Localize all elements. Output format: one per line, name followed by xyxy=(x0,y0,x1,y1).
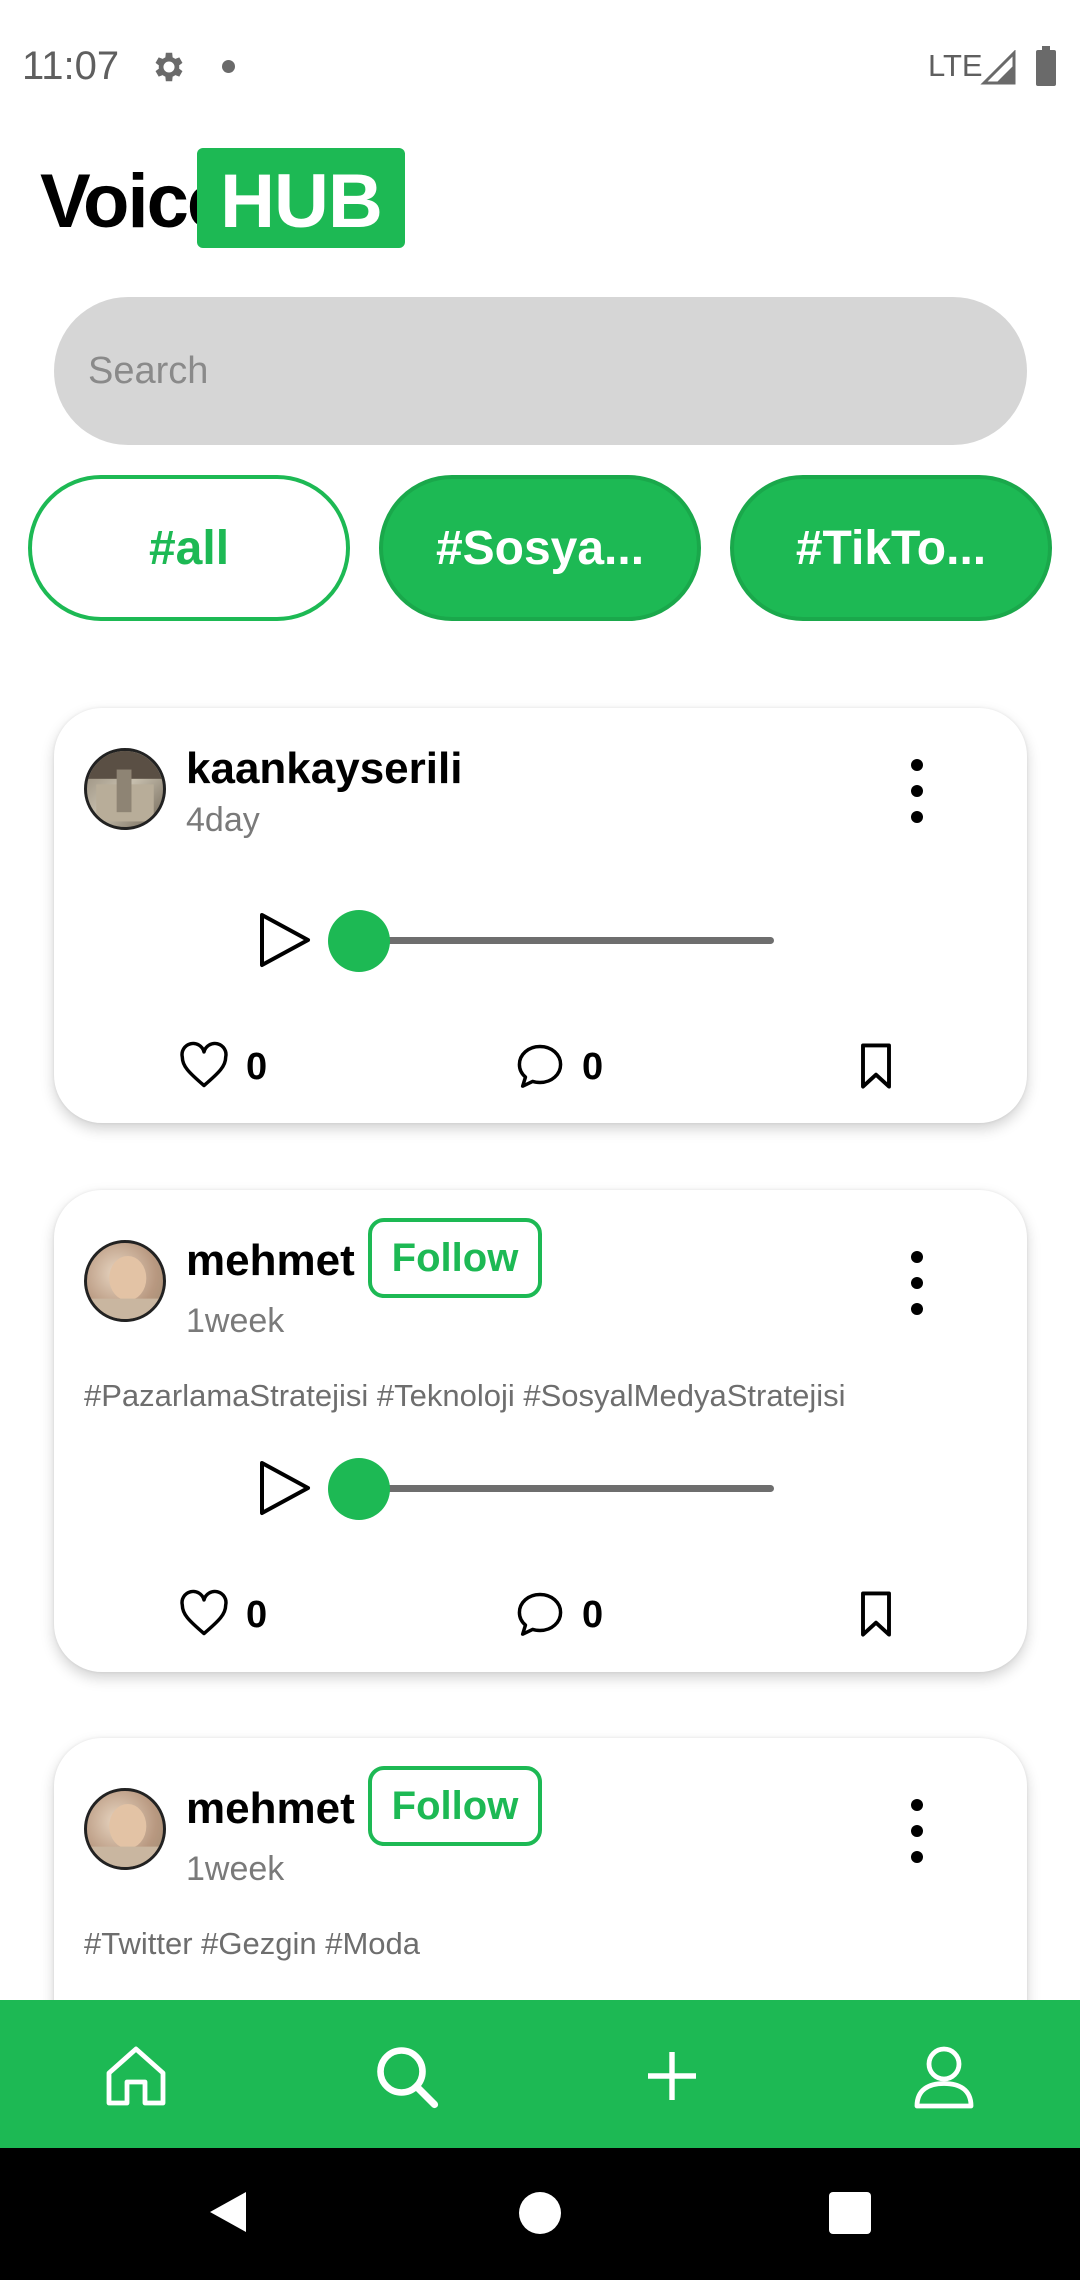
comment-icon[interactable] xyxy=(514,1040,566,1092)
play-icon[interactable] xyxy=(254,1458,314,1518)
home-circle-icon[interactable] xyxy=(519,2192,561,2234)
post-tags[interactable]: #Twitter #Gezgin #Moda xyxy=(84,1926,420,1962)
comment-count: 0 xyxy=(582,1594,604,1636)
post-time: 1week xyxy=(186,1850,285,1888)
post-time: 4day xyxy=(186,801,260,839)
more-options-icon[interactable] xyxy=(902,1248,932,1318)
post-tags[interactable]: #PazarlamaStratejisi #Teknoloji #SosyalM… xyxy=(84,1378,846,1414)
bookmark-icon[interactable] xyxy=(850,1040,902,1092)
avatar[interactable] xyxy=(84,1240,166,1322)
settings-icon xyxy=(155,52,183,82)
audio-progress-knob[interactable] xyxy=(328,910,390,972)
chip-sosyal[interactable]: #Sosya... xyxy=(379,475,701,621)
like-count: 0 xyxy=(246,1594,268,1636)
comment-icon[interactable] xyxy=(514,1588,566,1640)
play-icon[interactable] xyxy=(254,910,314,970)
like-icon[interactable] xyxy=(178,1040,230,1092)
chip-label: #all xyxy=(148,521,230,575)
profile-icon[interactable] xyxy=(908,2040,980,2112)
more-options-icon[interactable] xyxy=(902,1796,932,1866)
recents-icon[interactable] xyxy=(829,2192,871,2234)
like-icon[interactable] xyxy=(178,1588,230,1640)
audio-progress-knob[interactable] xyxy=(328,1458,390,1520)
chip-all[interactable]: #all xyxy=(28,475,350,621)
post-time: 1week xyxy=(186,1302,285,1340)
like-count: 0 xyxy=(246,1046,268,1088)
chip-tiktok[interactable]: #TikTo... xyxy=(730,475,1052,621)
chip-label: #TikTo... xyxy=(795,521,987,575)
logo-text-hub: HUB xyxy=(220,159,383,244)
signal-icon xyxy=(980,50,1016,85)
search-icon[interactable] xyxy=(370,2040,442,2112)
post-username[interactable]: kaankayserili xyxy=(186,744,462,794)
audio-progress-track[interactable] xyxy=(328,1458,774,1520)
avatar[interactable] xyxy=(84,748,166,830)
audio-progress-track[interactable] xyxy=(328,910,774,972)
avatar-photo-icon xyxy=(87,751,163,822)
follow-label: Follow xyxy=(391,1783,519,1828)
chip-label: #Sosya... xyxy=(435,521,645,575)
avatar-photo-icon xyxy=(87,1803,163,1867)
system-navigation-bar xyxy=(0,2148,1080,2280)
notification-dot-icon xyxy=(222,60,235,73)
comment-count: 0 xyxy=(582,1046,604,1088)
avatar[interactable] xyxy=(84,1788,166,1870)
search-input[interactable] xyxy=(54,297,1027,445)
status-time: 11:07 xyxy=(22,44,120,88)
battery-icon xyxy=(1036,46,1056,86)
follow-button[interactable]: Follow xyxy=(368,1218,542,1298)
post-username[interactable]: mehmet xyxy=(186,1784,355,1834)
follow-label: Follow xyxy=(391,1235,519,1280)
status-bar: 11:07 LTE xyxy=(0,0,1080,130)
bookmark-icon[interactable] xyxy=(850,1588,902,1640)
avatar-photo-icon xyxy=(87,1255,163,1319)
back-icon[interactable] xyxy=(206,2188,250,2236)
post-card: mehmet Follow 1week #PazarlamaStratejisi… xyxy=(54,1190,1027,1672)
home-icon[interactable] xyxy=(100,2040,172,2112)
bottom-navigation xyxy=(0,2000,1080,2148)
post-username[interactable]: mehmet xyxy=(186,1236,355,1286)
logo-hub-badge: HUB xyxy=(197,148,405,248)
more-options-icon[interactable] xyxy=(902,756,932,826)
network-label: LTE xyxy=(928,48,983,83)
post-card: kaankayserili 4day 0 0 xyxy=(54,708,1027,1123)
follow-button[interactable]: Follow xyxy=(368,1766,542,1846)
add-icon[interactable] xyxy=(636,2040,708,2112)
